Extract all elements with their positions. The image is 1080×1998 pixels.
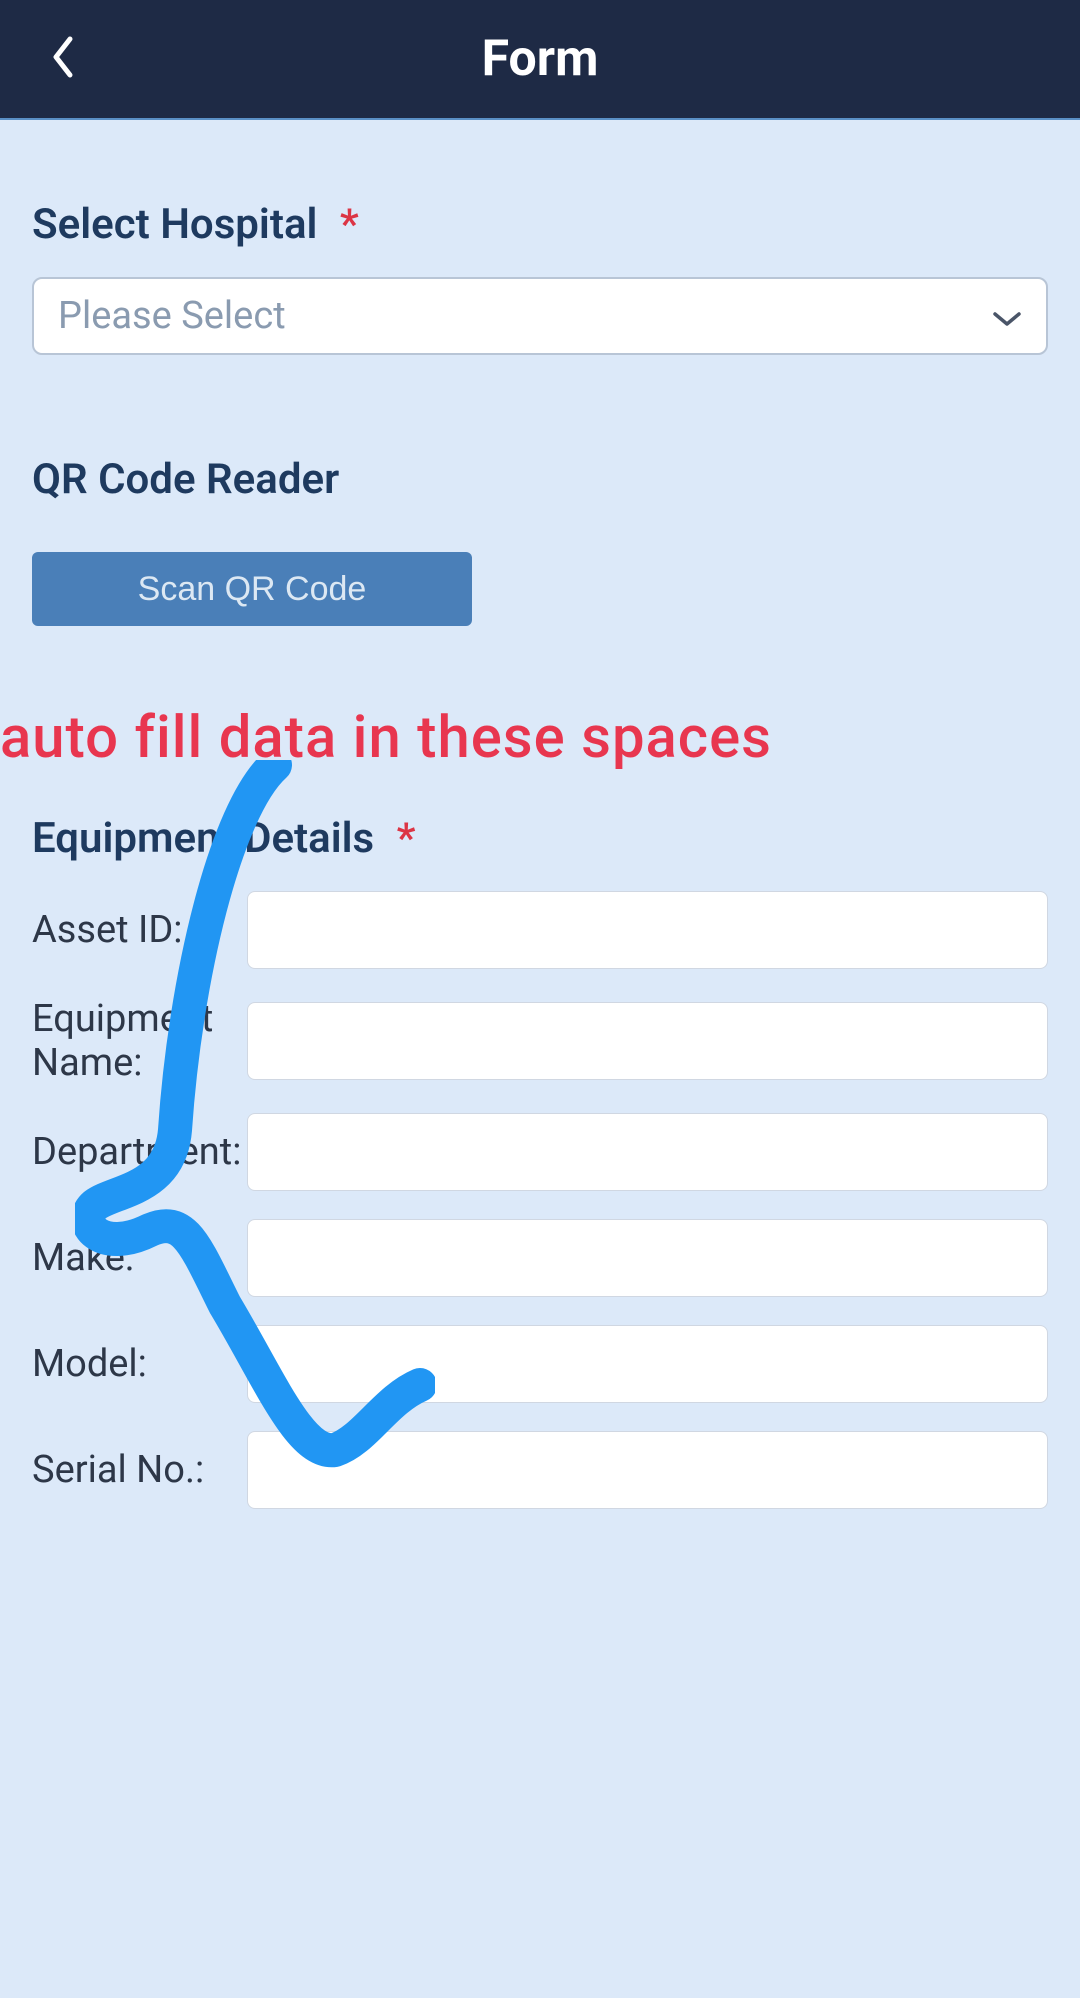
asset-id-row: Asset ID: — [32, 891, 1048, 969]
page-title: Form — [0, 30, 1080, 88]
equipment-details-label: Equipment Details * — [32, 814, 1048, 863]
model-input[interactable] — [247, 1325, 1048, 1403]
form-body: Select Hospital * Please Select QR Code … — [0, 120, 1080, 1509]
select-hospital-label-text: Select Hospital — [32, 200, 317, 249]
serial-no-label: Serial No.: — [32, 1448, 247, 1492]
model-row: Model: — [32, 1325, 1048, 1403]
required-asterisk: * — [397, 814, 416, 863]
department-input[interactable] — [247, 1113, 1048, 1191]
serial-no-input[interactable] — [247, 1431, 1048, 1509]
back-icon[interactable] — [50, 35, 78, 83]
equipment-name-row: Equipment Name: — [32, 997, 1048, 1085]
scan-qr-button[interactable]: Scan QR Code — [32, 552, 472, 626]
department-row: Department: — [32, 1113, 1048, 1191]
annotation-text: auto fill data in these spaces — [0, 704, 1048, 772]
department-label: Department: — [32, 1130, 247, 1174]
model-label: Model: — [32, 1342, 247, 1386]
equipment-name-input[interactable] — [247, 1002, 1048, 1080]
equipment-details-label-text: Equipment Details — [32, 814, 374, 863]
asset-id-input[interactable] — [247, 891, 1048, 969]
select-hospital-dropdown[interactable]: Please Select — [32, 277, 1048, 355]
equipment-name-label: Equipment Name: — [32, 997, 247, 1085]
make-input[interactable] — [247, 1219, 1048, 1297]
make-label: Make: — [32, 1236, 247, 1280]
app-header: Form — [0, 0, 1080, 120]
qr-section: QR Code Reader Scan QR Code — [32, 455, 1048, 626]
required-asterisk: * — [340, 200, 359, 249]
select-hospital-wrapper: Please Select — [32, 277, 1048, 355]
serial-no-row: Serial No.: — [32, 1431, 1048, 1509]
select-hospital-label: Select Hospital * — [32, 200, 1048, 249]
make-row: Make: — [32, 1219, 1048, 1297]
asset-id-label: Asset ID: — [32, 908, 247, 952]
qr-reader-label: QR Code Reader — [32, 455, 1048, 504]
equipment-section: Equipment Details * Asset ID: Equipment … — [32, 814, 1048, 1509]
chevron-down-icon — [992, 294, 1022, 338]
select-hospital-placeholder: Please Select — [58, 294, 286, 338]
